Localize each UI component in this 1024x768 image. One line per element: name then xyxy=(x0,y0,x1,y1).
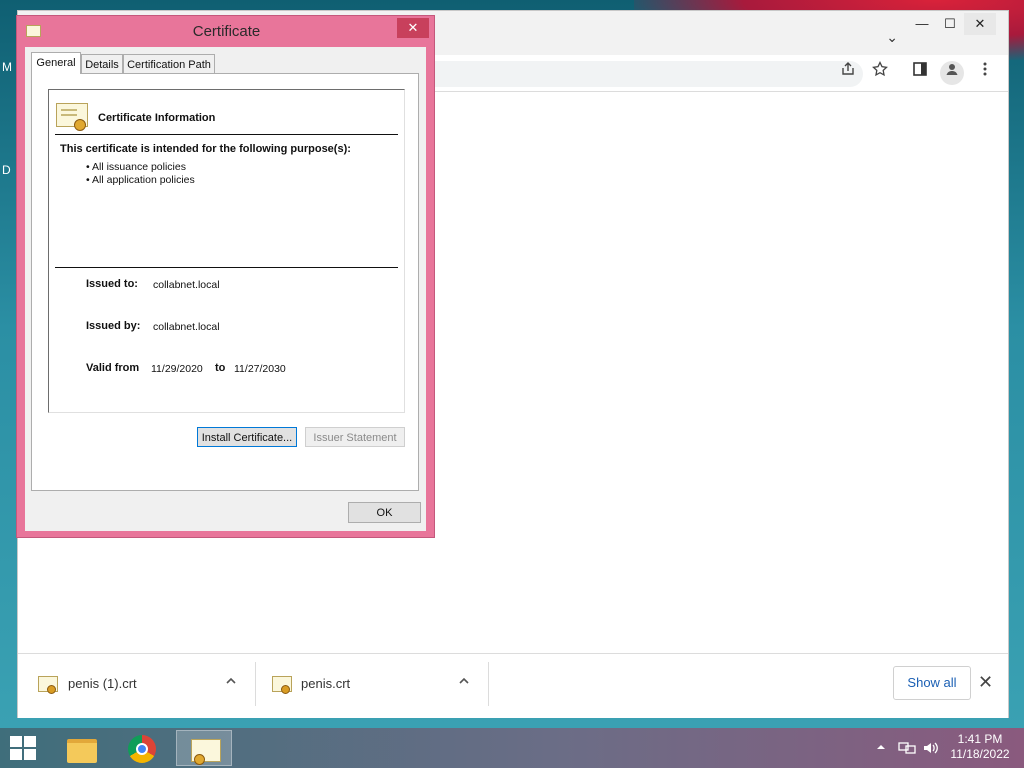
chevron-up-icon[interactable] xyxy=(225,674,237,690)
valid-to-value[interactable]: 11/27/2030 xyxy=(234,363,286,375)
certificate-icon xyxy=(56,103,88,131)
download-filename: penis.crt xyxy=(301,676,351,691)
divider xyxy=(488,662,489,706)
tab-details[interactable]: Details xyxy=(81,54,123,74)
maximize-button[interactable]: ☐ xyxy=(934,13,966,35)
download-filename: penis (1).crt xyxy=(68,676,137,691)
issued-to-label: Issued to: xyxy=(86,278,138,290)
close-downloads-icon[interactable]: ✕ xyxy=(978,672,993,693)
certificate-info-box: Certificate Information This certificate… xyxy=(48,89,405,413)
clock-time: 1:41 PM xyxy=(957,732,1003,746)
purpose-item: • All issuance policies xyxy=(86,161,186,173)
certificate-dialog: Certificate ✕ General Details Certificat… xyxy=(16,15,435,538)
certificate-icon xyxy=(191,739,221,765)
issued-by-label: Issued by: xyxy=(86,320,141,332)
desktop-icon-label-2[interactable]: D xyxy=(2,163,11,177)
download-item[interactable]: penis (1).crt xyxy=(18,654,256,718)
star-icon[interactable] xyxy=(868,60,892,85)
ok-button[interactable]: OK xyxy=(348,502,421,523)
valid-from-value[interactable]: 11/29/2020 xyxy=(151,363,203,375)
desktop: M D — ☐ ✕ ⌄ penis (1).crt penis.crt Show… xyxy=(0,0,1024,728)
chrome-icon xyxy=(128,735,156,763)
taskbar-certificate[interactable] xyxy=(176,730,232,766)
valid-to-label: to xyxy=(215,362,226,374)
chevron-up-icon[interactable] xyxy=(458,674,470,690)
taskbar-file-explorer[interactable] xyxy=(53,730,109,766)
dialog-title: Certificate xyxy=(192,23,261,40)
general-tab-panel: Certificate Information This certificate… xyxy=(31,73,419,491)
tab-search-icon[interactable]: ⌄ xyxy=(886,29,898,46)
issuer-statement-button[interactable]: Issuer Statement xyxy=(305,427,405,447)
side-panel-icon[interactable] xyxy=(908,61,932,85)
certificate-file-icon xyxy=(272,676,292,694)
show-hidden-icons[interactable] xyxy=(876,741,886,755)
certificate-file-icon xyxy=(38,676,58,694)
valid-from-label: Valid from xyxy=(86,362,140,374)
purpose-heading: This certificate is intended for the fol… xyxy=(60,143,351,155)
taskbar-chrome[interactable] xyxy=(114,730,170,766)
divider xyxy=(55,267,398,268)
network-icon[interactable] xyxy=(898,740,916,759)
profile-icon[interactable] xyxy=(940,61,964,85)
issued-to-value[interactable]: collabnet.local xyxy=(153,279,220,291)
share-icon[interactable] xyxy=(836,61,860,85)
download-item[interactable]: penis.crt xyxy=(256,654,488,718)
dialog-close-button[interactable]: ✕ xyxy=(397,18,429,38)
tab-general[interactable]: General xyxy=(31,52,81,74)
downloads-bar: penis (1).crt penis.crt Show all ✕ xyxy=(18,653,1008,718)
install-certificate-button[interactable]: Install Certificate... xyxy=(197,427,297,447)
desktop-icon-label-1[interactable]: M xyxy=(2,60,12,74)
divider xyxy=(55,134,398,135)
show-all-button[interactable]: Show all xyxy=(893,666,971,700)
tab-certification-path[interactable]: Certification Path xyxy=(123,54,215,74)
taskbar: 1:41 PM 11/18/2022 xyxy=(0,728,1024,768)
issued-by-value[interactable]: collabnet.local xyxy=(153,321,220,333)
dialog-body: General Details Certification Path Certi… xyxy=(25,47,426,531)
volume-icon[interactable] xyxy=(922,740,940,759)
menu-icon[interactable] xyxy=(973,61,997,85)
windows-logo-icon xyxy=(10,736,22,747)
purpose-item: • All application policies xyxy=(86,174,195,186)
system-clock[interactable]: 1:41 PM 11/18/2022 xyxy=(940,732,1020,762)
browser-close-button[interactable]: ✕ xyxy=(964,13,996,35)
clock-date: 11/18/2022 xyxy=(950,747,1010,761)
start-button[interactable] xyxy=(10,736,36,760)
file-explorer-icon xyxy=(67,739,97,763)
info-title: Certificate Information xyxy=(98,112,216,124)
